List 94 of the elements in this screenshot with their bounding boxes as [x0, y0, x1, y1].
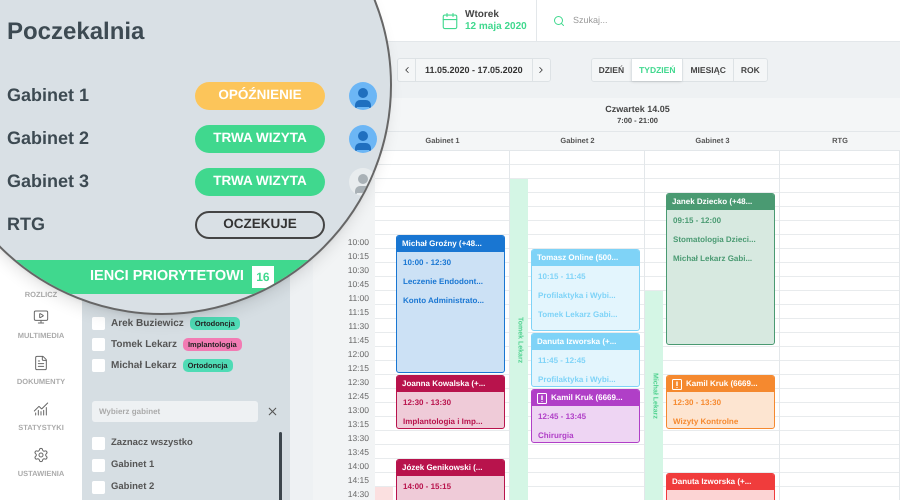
time-label: 11:45 — [348, 334, 369, 347]
time-label: 13:15 — [348, 418, 369, 431]
time-label: 10:30 — [348, 264, 369, 277]
checkbox[interactable] — [92, 436, 105, 450]
scrollbar[interactable] — [279, 432, 282, 500]
time-label: 10:00 — [348, 236, 369, 249]
time-label: 14:30 — [348, 488, 369, 500]
patient-title: Kamil Kruk (6669... — [686, 378, 758, 390]
time-label: 11:30 — [348, 320, 369, 333]
view-tab[interactable]: TYDZIEŃ — [631, 59, 682, 81]
time-label: 12:15 — [348, 362, 369, 375]
close-icon[interactable] — [266, 405, 279, 418]
patient-title: Józek Genikowski (... — [402, 462, 482, 474]
waiting-room-title: Poczekalnia — [7, 18, 144, 45]
appointment-card[interactable]: Michał Groźny (+48... 10:00 - 12:30 Leczenie Endodont... Konto Administrato... — [396, 235, 505, 373]
patient-name: Tomek Lekarz — [111, 338, 177, 352]
appointment-detail: Stomatologia Dzieci... — [673, 235, 757, 245]
appointment-time: 10:00 - 12:30 — [403, 258, 452, 268]
room-select-field[interactable]: Wybierz gabinet — [92, 401, 258, 422]
patient-title: Tomasz Online (500... — [537, 252, 618, 264]
calendar-icon — [441, 12, 459, 30]
patient-title: Danuta Izworska (+... — [672, 476, 752, 488]
time-label: 11:15 — [348, 306, 369, 319]
appointment-card[interactable]: Joanna Kowalska (+... 12:30 - 13:30 Implantologia i Imp... — [396, 375, 505, 429]
document-icon — [33, 355, 49, 371]
appointment-card[interactable]: Danuta Izworska (+... — [666, 473, 775, 500]
appointment-detail: Chirurgia — [538, 431, 575, 441]
patient-title: Michał Groźny (+48... — [402, 238, 482, 250]
day-title: Czwartek 14.05 — [605, 102, 670, 114]
room-name: Gabinet 1 — [6, 84, 90, 107]
appointment-time: 11:45 - 12:45 — [538, 356, 587, 366]
appointment-detail: Wizyty Kontrolne — [673, 417, 740, 427]
appointment-detail: Leczenie Endodont... — [403, 277, 484, 287]
time-label: 13:30 — [348, 432, 369, 445]
time-label: 10:15 — [348, 250, 369, 263]
appointment-detail: Konto Administrato... — [403, 296, 486, 306]
view-tab[interactable]: MIESIĄC — [682, 59, 733, 81]
view-tab[interactable]: DZIEŃ — [592, 59, 632, 81]
checkbox[interactable] — [92, 338, 105, 351]
status-pill: TRWA WIZYTA — [195, 124, 325, 152]
room-option-label: Gabinet 1 — [111, 458, 154, 472]
appointment-card[interactable]: Kamil Kruk (6669... 12:45 - 13:45 Chirurgia — [531, 389, 640, 443]
settings-icon — [33, 447, 49, 463]
time-label: 12:30 — [348, 376, 369, 389]
appointment-detail: Profilaktyka i Wybi... — [538, 375, 617, 385]
time-label: 13:00 — [348, 404, 369, 417]
appointment-time: 12:30 - 13:30 — [403, 398, 452, 408]
appointment-detail: Implantologia i Imp... — [403, 417, 484, 427]
time-label: 12:45 — [348, 390, 369, 403]
time-label: 14:00 — [348, 460, 369, 473]
patient-name: Arek Buziewicz — [111, 317, 184, 331]
chart-icon — [33, 401, 49, 417]
time-label: 10:45 — [348, 278, 369, 291]
date-label: 12 maja 2020 — [465, 20, 528, 32]
appointment-time: 12:45 - 13:45 — [538, 412, 588, 422]
room-name: Gabinet 2 — [6, 127, 90, 150]
status-pill: OPÓŹNIENIE — [195, 82, 325, 110]
patient-title: Kamil Kruk (6669... — [551, 392, 623, 404]
search-field[interactable]: Szukaj... — [573, 14, 773, 28]
priority-header-title: IENCI PRIORYTETOWI — [90, 267, 244, 286]
room-option-label: Zaznacz wszystko — [111, 436, 193, 450]
appointment-card[interactable]: Janek Dziecko (+48... 09:15 - 12:00 Stomatologia Dzieci... Michał Lekarz Gabi... — [666, 193, 775, 345]
checkbox[interactable] — [92, 480, 105, 494]
room-name: RTG — [6, 213, 46, 236]
checkbox[interactable] — [92, 317, 105, 330]
time-label: 12:00 — [348, 348, 369, 361]
appointment-time: 12:30 - 13:30 — [673, 398, 722, 408]
time-label: 13:45 — [348, 446, 369, 459]
view-tab[interactable]: ROK — [732, 59, 767, 81]
checkbox[interactable] — [92, 458, 105, 472]
appointment-detail: Michał Lekarz Gabi... — [673, 254, 754, 264]
appointment-time: 10:15 - 11:45 — [538, 272, 587, 282]
appointment-detail: Profilaktyka i Wybi... — [538, 291, 617, 301]
time-label: 11:00 — [348, 292, 369, 305]
patient-title: Janek Dziecko (+48... — [672, 196, 752, 208]
room-option-label: Gabinet 2 — [111, 480, 154, 494]
appointment-time: 14:00 - 15:15 — [403, 482, 452, 492]
date-range-label: 11.05.2020 - 17.05.2020 — [424, 64, 524, 77]
priority-count: 16 — [252, 266, 274, 288]
patient-name: Michał Lekarz — [111, 359, 177, 373]
patient-title: Danuta Izworska (+... — [537, 336, 616, 348]
search-icon — [553, 14, 565, 26]
video-screen-icon — [33, 309, 49, 325]
time-label: 14:15 — [348, 474, 369, 487]
appointment-card[interactable]: Kamil Kruk (6669... 12:30 - 13:30 Wizyty Kontrolne — [666, 375, 775, 429]
weekday-label: Wtorek — [465, 8, 500, 20]
appointment-time: 09:15 - 12:00 — [673, 216, 722, 226]
checkbox[interactable] — [92, 359, 105, 372]
room-name: Gabinet 3 — [6, 170, 90, 193]
status-pill: TRWA WIZYTA — [195, 168, 325, 196]
appointment-card[interactable]: Józek Genikowski (... 14:00 - 15:15 — [396, 459, 505, 500]
status-pill: OCZEKUJE — [195, 210, 325, 238]
appointment-detail: Tomek Lekarz Gabi... — [538, 310, 618, 320]
patient-title: Joanna Kowalska (+... — [402, 378, 486, 390]
